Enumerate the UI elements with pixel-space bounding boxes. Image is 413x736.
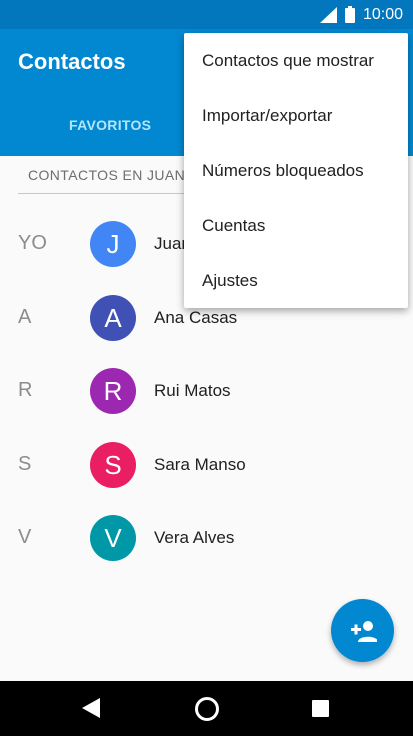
list-item[interactable]: S S Sara Manso (0, 435, 413, 495)
section-letter: YO (18, 232, 47, 254)
status-time: 10:00 (362, 5, 403, 23)
home-icon[interactable] (195, 697, 219, 721)
add-person-icon (350, 620, 377, 642)
menu-item-cuentas[interactable]: Cuentas (184, 198, 408, 253)
section-letter: V (18, 526, 32, 548)
menu-item-importar-exportar[interactable]: Importar/exportar (184, 88, 408, 143)
battery-icon (344, 6, 355, 23)
status-bar: 10:00 (0, 0, 413, 29)
account-label: CONTACTOS EN JUAN (28, 167, 186, 183)
menu-item-ajustes[interactable]: Ajustes (184, 253, 408, 308)
back-icon[interactable] (82, 698, 100, 718)
recents-icon[interactable] (312, 700, 329, 717)
page-title: Contactos (18, 49, 126, 74)
avatar: S (90, 442, 136, 488)
contact-name: Sara Manso (154, 455, 246, 474)
contact-name: Vera Alves (154, 528, 235, 547)
section-letter: R (18, 379, 33, 401)
contact-name: Ana Casas (154, 308, 238, 327)
add-contact-button[interactable] (331, 599, 394, 662)
menu-item-numeros-bloqueados[interactable]: Números bloqueados (184, 143, 408, 198)
menu-item-contactos-que-mostrar[interactable]: Contactos que mostrar (184, 33, 408, 88)
navigation-bar (0, 681, 413, 736)
overflow-menu: Contactos que mostrar Importar/exportar … (184, 33, 408, 308)
section-letter: S (18, 453, 32, 475)
avatar: J (90, 221, 136, 267)
tab-favoritos[interactable]: FAVORITOS (69, 117, 151, 133)
section-letter: A (18, 306, 32, 328)
avatar: A (90, 295, 136, 341)
avatar: V (90, 515, 136, 561)
avatar: R (90, 368, 136, 414)
list-item[interactable]: R R Rui Matos (0, 361, 413, 421)
signal-icon (319, 6, 337, 23)
list-item[interactable]: V V Vera Alves (0, 508, 413, 568)
contact-name: Rui Matos (154, 381, 231, 400)
